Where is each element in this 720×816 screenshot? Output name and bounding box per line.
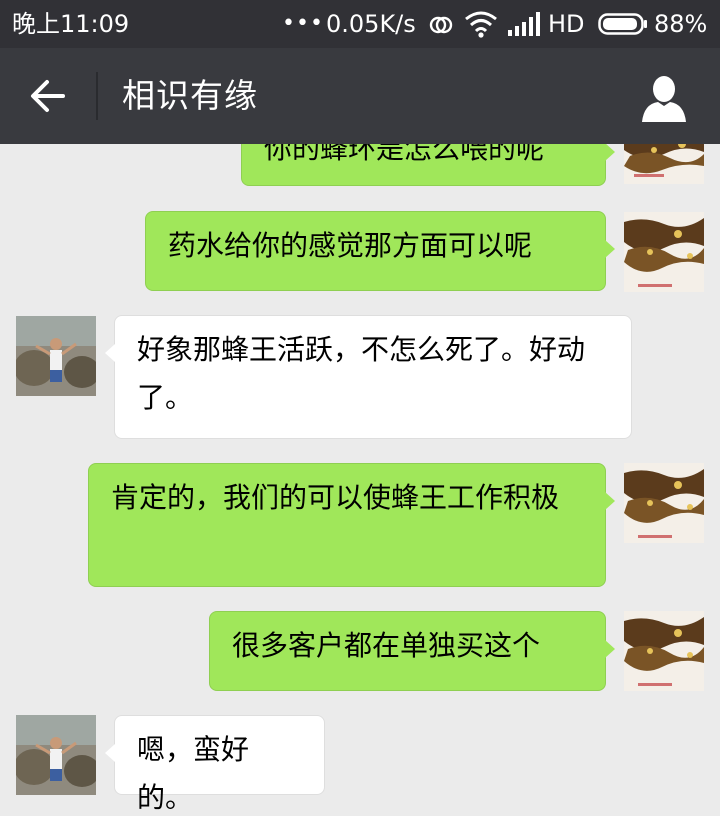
message-list[interactable]: 你的蜂环是怎么喂的呢 药水给你的感觉那方面可以呢 好象那蜂王活跃，不怎么死了。好… [0,144,720,816]
received-message-bubble[interactable]: 好象那蜂王活跃，不怎么死了。好动了。 [105,315,632,439]
contact-avatar[interactable] [16,715,96,795]
my-avatar[interactable] [624,212,704,292]
notification-dots: ••• [282,11,324,36]
message-text: 好象那蜂王活跃，不怎么死了。好动了。 [137,333,586,414]
sent-message-bubble[interactable]: 很多客户都在单独买这个 [209,611,615,691]
sent-message-bubble[interactable]: 药水给你的感觉那方面可以呢 [145,211,615,291]
contact-photo-image [16,316,96,396]
sent-message-bubble[interactable]: 你的蜂环是怎么喂的呢 [241,144,615,186]
network-speed: 0.05K/s [326,10,416,38]
message-text: 药水给你的感觉那方面可以呢 [168,229,533,262]
my-avatar[interactable] [624,463,704,543]
bees-avatar-image [624,463,704,543]
header-divider [96,72,98,120]
status-time: 晚上11:09 [12,10,130,38]
battery-icon [598,13,647,35]
sync-icon [429,16,453,34]
person-icon [642,76,686,122]
bees-avatar-image [624,144,704,184]
message-text: 肯定的，我们的可以使蜂王工作积极 [111,481,560,514]
received-message-bubble[interactable]: 嗯，蛮好的。 [105,715,325,814]
cellular-signal-icon [508,12,540,36]
chat-header: 相识有缘 [0,48,720,144]
chat-title: 相识有缘 [122,76,258,115]
back-button[interactable] [18,66,78,126]
bees-avatar-image [624,212,704,292]
battery-percent: 88% [654,10,708,38]
my-avatar[interactable] [624,144,704,184]
contact-photo-image [16,715,96,795]
message-text: 你的蜂环是怎么喂的呢 [264,144,545,165]
wifi-icon [465,11,497,38]
contact-avatar[interactable] [16,316,96,396]
chat-info-button[interactable] [636,70,692,126]
network-type: HD [548,10,585,38]
message-text: 很多客户都在单独买这个 [232,629,541,662]
status-bar: 晚上11:09 ••• 0.05K/s HD 88% [0,0,720,48]
bees-avatar-image [624,611,704,691]
my-avatar[interactable] [624,611,704,691]
message-text: 嗯，蛮好的。 [137,733,250,814]
sent-message-bubble[interactable]: 肯定的，我们的可以使蜂王工作积极 [88,463,615,587]
arrow-left-icon [31,80,65,112]
